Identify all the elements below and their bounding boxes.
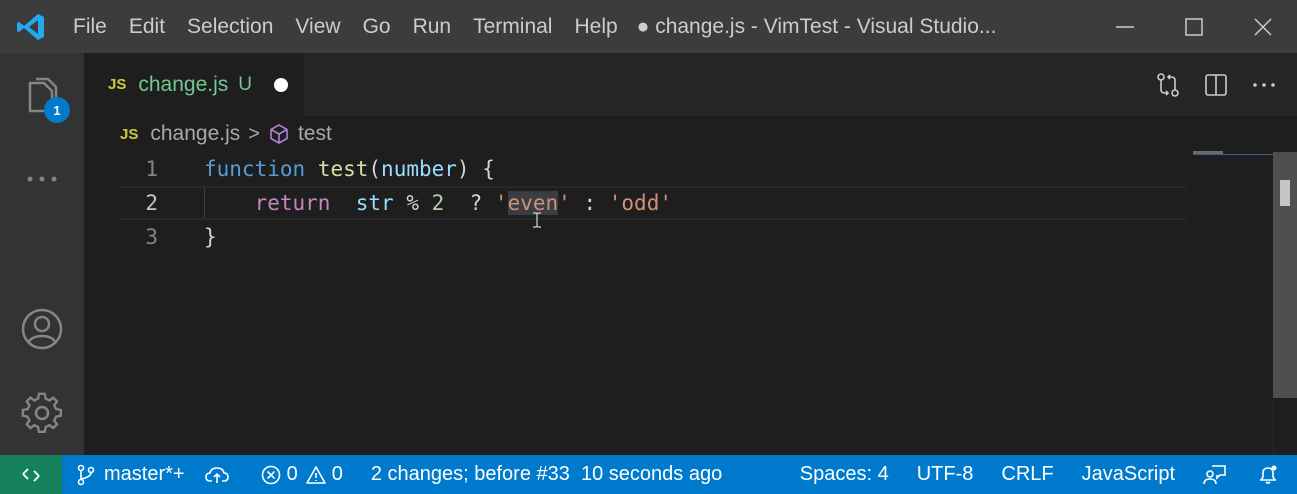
breadcrumb: JS change.js > test xyxy=(84,116,1273,152)
maximize-icon xyxy=(1184,17,1203,36)
code-line: 1 function test(number) { xyxy=(84,152,1273,186)
menu-terminal[interactable]: Terminal xyxy=(462,0,563,53)
close-icon xyxy=(1253,17,1272,36)
text-cursor-icon xyxy=(532,212,542,232)
bell-icon xyxy=(1259,465,1277,484)
activity-bar: 1 xyxy=(0,53,84,455)
account-icon xyxy=(21,308,63,350)
manage-button[interactable] xyxy=(0,371,84,455)
gear-icon xyxy=(21,392,63,434)
branch-name: master*+ xyxy=(104,463,185,485)
line-number: 1 xyxy=(145,157,158,181)
breadcrumb-separator: > xyxy=(248,122,260,145)
window-title: ● change.js - VimTest - Visual Studio... xyxy=(636,14,997,38)
status-bar: master*+ 0 0 2 changes; before #33 10 se… xyxy=(0,455,1297,494)
feedback-button[interactable] xyxy=(1185,455,1237,494)
cloud-upload-icon xyxy=(204,466,229,483)
minimize-button[interactable] xyxy=(1090,0,1159,53)
explorer-button[interactable]: 1 xyxy=(0,53,84,137)
split-editor-icon xyxy=(1205,73,1227,96)
tab-bar: JS change.js U xyxy=(84,53,1297,116)
git-branch[interactable]: master*+ xyxy=(62,455,195,494)
tab-change-js[interactable]: JS change.js U xyxy=(84,53,304,116)
window-controls xyxy=(1090,0,1297,53)
code-text: } xyxy=(204,225,217,249)
unsaved-dot-icon[interactable] xyxy=(274,77,288,92)
ellipsis-icon xyxy=(27,176,57,182)
menu-view[interactable]: View xyxy=(284,0,351,53)
untracked-indicator: U xyxy=(238,73,252,95)
problems-indicator[interactable]: 0 0 xyxy=(239,455,353,494)
menu-go[interactable]: Go xyxy=(352,0,402,53)
menu-bar: File Edit Selection View Go Run Terminal… xyxy=(62,0,629,53)
menu-edit[interactable]: Edit xyxy=(118,0,176,53)
error-count: 0 xyxy=(286,463,298,485)
breadcrumb-file[interactable]: change.js xyxy=(150,122,240,146)
indentation-selector[interactable]: Spaces: 4 xyxy=(790,455,899,494)
open-changes-button[interactable] xyxy=(1155,72,1181,98)
remote-icon xyxy=(22,467,40,482)
vscode-logo-icon xyxy=(0,0,62,53)
remote-indicator[interactable] xyxy=(0,455,62,494)
editor-actions xyxy=(1155,53,1277,116)
status-message: 2 changes; before #33 10 seconds ago xyxy=(370,463,723,485)
accounts-button[interactable] xyxy=(0,287,84,371)
title-bar: File Edit Selection View Go Run Terminal… xyxy=(0,0,1297,53)
error-icon xyxy=(261,465,280,484)
code-line: 3 } xyxy=(84,220,1273,254)
menu-run[interactable]: Run xyxy=(402,0,463,53)
close-window-button[interactable] xyxy=(1228,0,1297,53)
explorer-badge: 1 xyxy=(44,97,70,123)
line-number: 3 xyxy=(145,225,158,249)
warning-icon xyxy=(305,465,326,484)
warning-count: 0 xyxy=(331,463,343,485)
code-text: function test(number) { xyxy=(204,157,495,181)
git-branch-icon xyxy=(77,464,95,485)
maximize-button[interactable] xyxy=(1159,0,1228,53)
minimize-icon xyxy=(1115,25,1134,28)
javascript-file-icon: JS xyxy=(120,125,139,143)
status-bar-right: Spaces: 4 UTF-8 CRLF JavaScript xyxy=(790,455,1289,494)
git-compare-icon xyxy=(1157,72,1179,97)
notifications-button[interactable] xyxy=(1237,455,1289,494)
more-actions-button[interactable] xyxy=(1251,72,1277,98)
javascript-file-icon: JS xyxy=(108,76,127,93)
method-cube-icon xyxy=(270,124,288,144)
breadcrumb-symbol[interactable]: test xyxy=(298,122,332,146)
sync-button[interactable] xyxy=(195,455,239,494)
more-views-button[interactable] xyxy=(0,137,84,221)
encoding-selector[interactable]: UTF-8 xyxy=(899,455,984,494)
menu-help[interactable]: Help xyxy=(563,0,628,53)
menu-selection[interactable]: Selection xyxy=(176,0,284,53)
language-mode-selector[interactable]: JavaScript xyxy=(1064,455,1185,494)
split-editor-button[interactable] xyxy=(1203,72,1229,98)
scrollbar-cursor-marker xyxy=(1280,180,1290,206)
ellipsis-icon xyxy=(1253,82,1275,87)
minimap-viewport xyxy=(1193,154,1273,155)
current-line-highlight xyxy=(118,186,1186,220)
eol-selector[interactable]: CRLF xyxy=(983,455,1063,494)
feedback-icon xyxy=(1203,464,1226,484)
tab-label: change.js xyxy=(138,72,229,96)
menu-file[interactable]: File xyxy=(62,0,118,53)
